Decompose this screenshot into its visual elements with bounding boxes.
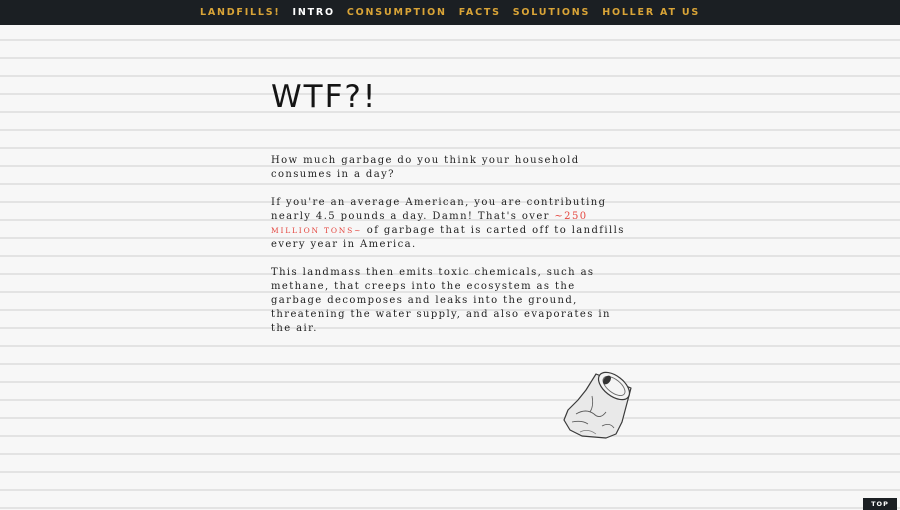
intro-paragraph-2: If you're an average American, you are c… [271,196,631,252]
stat-unit: MILLION TONS~ [271,226,363,235]
nav-item-consumption[interactable]: CONSUMPTION [347,7,447,18]
page-title: WTF?! [271,79,378,115]
nav-item-landfills[interactable]: LANDFILLS! [200,7,281,18]
crushed-can-icon [556,362,642,446]
back-to-top-button[interactable]: TOP [863,498,897,510]
nav-item-holler-at-us[interactable]: HOLLER AT US [602,7,700,18]
nav-item-intro[interactable]: INTRO [293,7,335,18]
intro-paragraph-1: How much garbage do you think your house… [271,155,580,180]
stat-number: ~250 [554,211,588,222]
nav-item-facts[interactable]: FACTS [459,7,501,18]
nav-item-solutions[interactable]: SOLUTIONS [513,7,590,18]
top-nav: LANDFILLS! INTRO CONSUMPTION FACTS SOLUT… [0,0,900,25]
intro-paragraph-3: This landmass then emits toxic chemicals… [271,267,611,334]
intro-section: WTF?! How much garbage do you think your… [271,80,631,350]
